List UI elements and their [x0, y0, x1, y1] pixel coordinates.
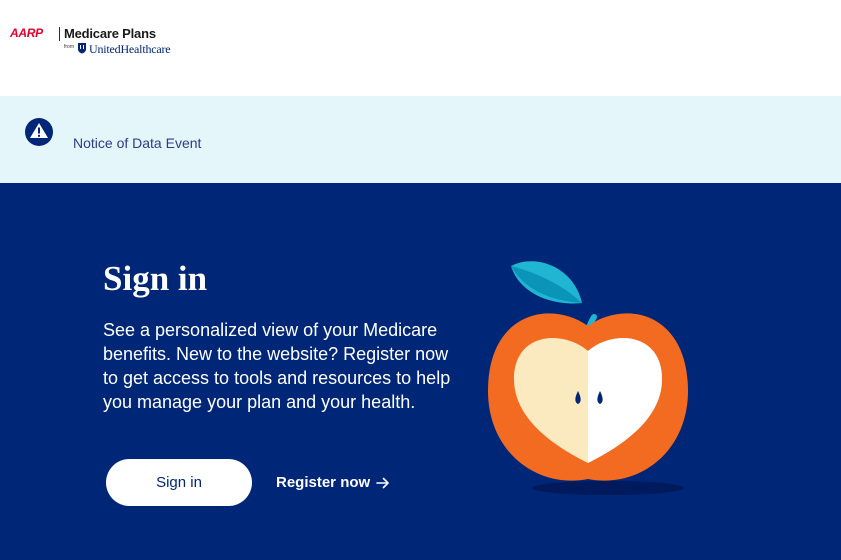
page-title: Sign in	[103, 259, 208, 298]
uhc-shield-icon	[78, 43, 86, 54]
aarp-medicare-plans-logo[interactable]: AARP Medicare Plans from UnitedHealthcar…	[10, 26, 210, 66]
apple-illustration	[488, 261, 688, 495]
hero-description: See a personalized view of your Medicare…	[103, 320, 451, 412]
notice-banner: Notice of Data Event	[0, 96, 841, 183]
from-label: from	[64, 44, 74, 50]
sign-in-hero: Sign in See a personalized view of your …	[0, 183, 841, 560]
register-now-label: Register now	[276, 474, 371, 491]
medicare-plans-wordmark: Medicare Plans	[64, 26, 156, 41]
sign-in-button[interactable]: Sign in	[106, 459, 252, 506]
unitedhealthcare-wordmark: UnitedHealthcare	[89, 42, 171, 56]
notice-of-data-event-link[interactable]: Notice of Data Event	[73, 135, 201, 151]
logo-divider	[59, 27, 60, 41]
register-now-link[interactable]: Register now	[276, 474, 390, 491]
site-header: AARP Medicare Plans from UnitedHealthcar…	[0, 0, 841, 96]
aarp-wordmark: AARP	[10, 26, 43, 40]
arrow-right-icon	[376, 477, 389, 488]
warning-icon	[25, 118, 53, 146]
